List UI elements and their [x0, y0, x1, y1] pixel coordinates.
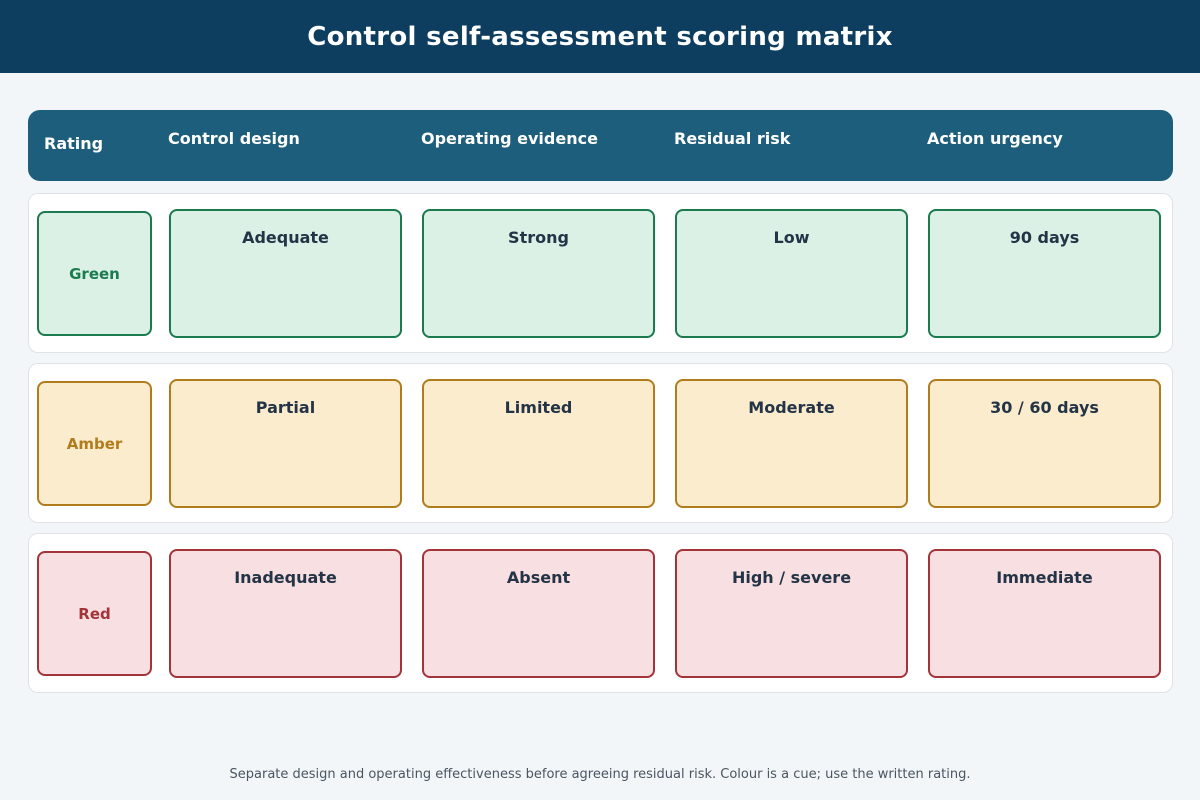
rating-cell: Green: [37, 211, 152, 336]
header-residual-risk: Residual risk: [674, 129, 791, 148]
cell-value: 90 days: [1009, 228, 1080, 247]
title-bar: Control self-assessment scoring matrix: [0, 0, 1200, 73]
action-urgency-cell: Immediate: [928, 549, 1161, 678]
matrix-header-row: Rating Control design Operating evidence…: [28, 110, 1173, 181]
control-design-cell: Inadequate: [169, 549, 402, 678]
residual-risk-cell: Low: [675, 209, 908, 338]
cell-value: Strong: [508, 228, 569, 247]
cell-value: High / severe: [731, 568, 852, 587]
cell-value: Adequate: [242, 228, 329, 247]
residual-risk-cell: High / severe: [675, 549, 908, 678]
control-design-cell: Partial: [169, 379, 402, 508]
header-operating-evidence: Operating evidence: [421, 129, 598, 148]
control-design-cell: Adequate: [169, 209, 402, 338]
page-title: Control self-assessment scoring matrix: [307, 21, 893, 52]
cell-value: Inadequate: [234, 568, 337, 587]
header-control-design: Control design: [168, 129, 300, 148]
cell-value: Low: [773, 228, 810, 247]
cell-value: Limited: [504, 398, 573, 417]
cell-value: Moderate: [748, 398, 835, 417]
action-urgency-cell: 90 days: [928, 209, 1161, 338]
footer-note: Separate design and operating effectiven…: [229, 767, 971, 782]
action-urgency-cell: 30 / 60 days: [928, 379, 1161, 508]
rating-cell: Amber: [37, 381, 152, 506]
matrix-row-red: Red Inadequate Absent High / severe Imme…: [28, 533, 1173, 693]
cell-value: Partial: [255, 398, 316, 417]
cell-value: 30 / 60 days: [990, 398, 1099, 417]
operating-evidence-cell: Limited: [422, 379, 655, 508]
residual-risk-cell: Moderate: [675, 379, 908, 508]
cell-value: Absent: [506, 568, 571, 587]
matrix-row-green: Green Adequate Strong Low 90 days: [28, 193, 1173, 353]
rating-cell: Red: [37, 551, 152, 676]
operating-evidence-cell: Strong: [422, 209, 655, 338]
matrix-row-amber: Amber Partial Limited Moderate 30 / 60 d…: [28, 363, 1173, 523]
header-action-urgency: Action urgency: [927, 129, 1063, 148]
cell-value: Immediate: [996, 568, 1093, 587]
header-rating: Rating: [44, 134, 104, 153]
operating-evidence-cell: Absent: [422, 549, 655, 678]
